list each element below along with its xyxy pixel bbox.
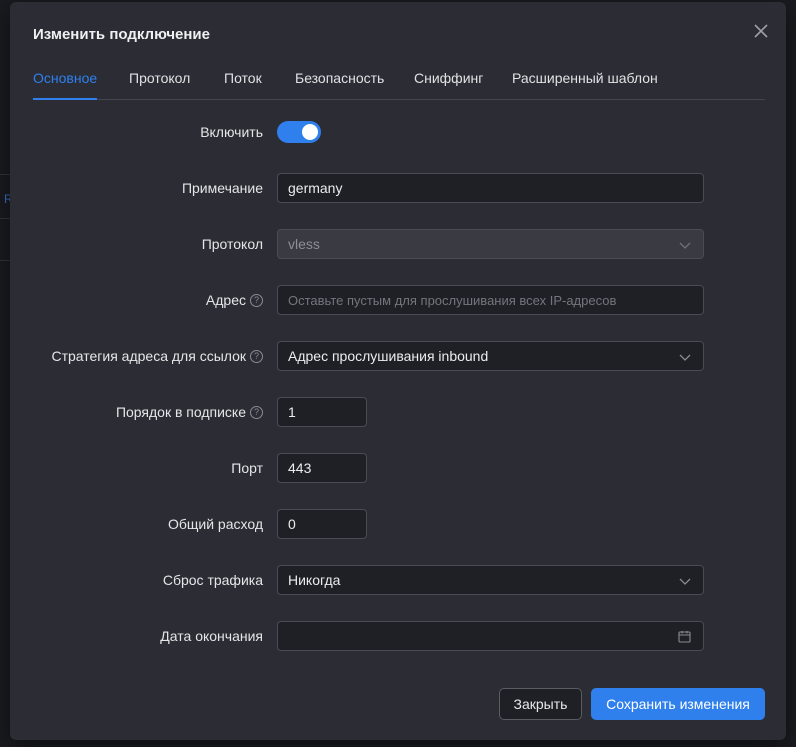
tab-advanced-template[interactable]: Расширенный шаблон [512,70,658,86]
expiry-date-picker[interactable] [277,621,704,651]
traffic-reset-row: Сброс трафика Никогда [10,565,786,595]
tab-stream[interactable]: Поток [224,70,262,86]
link-strategy-row: Стратегия адреса для ссылок? Адрес просл… [10,341,786,371]
chevron-down-icon [679,578,691,585]
help-icon[interactable]: ? [250,349,263,363]
save-changes-button[interactable]: Сохранить изменения [591,688,765,720]
port-row: Порт 443 [10,453,786,483]
address-input[interactable]: Оставьте пустым для прослушивания всех I… [277,285,704,315]
address-row: Адрес? Оставьте пустым для прослушивания… [10,285,786,315]
port-label: Порт [231,460,263,476]
sub-order-input[interactable]: 1 [277,397,367,427]
protocol-label: Протокол [201,236,263,252]
close-button[interactable]: Закрыть [499,688,582,720]
protocol-select[interactable]: vless [277,229,704,259]
link-strategy-label: Стратегия адреса для ссылок? [51,348,263,364]
enable-row: Включить [10,117,786,147]
edit-inbound-modal: Изменить подключение Основное Протокол П… [10,2,786,740]
enable-label: Включить [200,124,263,140]
expiry-row: Дата окончания [10,621,786,651]
address-label: Адрес? [206,292,263,308]
calendar-icon[interactable] [678,630,691,643]
help-icon[interactable]: ? [250,293,263,307]
tab-sniffing[interactable]: Сниффинг [414,70,483,86]
tab-bar: Основное Протокол Поток Безопасность Сни… [33,62,765,100]
port-input[interactable]: 443 [277,453,367,483]
active-tab-indicator [33,98,97,100]
chevron-down-icon [679,354,691,361]
toggle-knob [302,124,318,140]
tab-general[interactable]: Основное [33,70,97,86]
remark-input[interactable]: germany [277,173,704,203]
sub-order-label: Порядок в подписке? [116,404,263,420]
total-usage-row: Общий расход 0 [10,509,786,539]
tab-security[interactable]: Безопасность [295,70,384,86]
close-icon[interactable] [750,20,772,42]
link-strategy-select[interactable]: Адрес прослушивания inbound [277,341,704,371]
remark-row: Примечание germany [10,173,786,203]
protocol-row: Протокол vless [10,229,786,259]
total-usage-input[interactable]: 0 [277,509,367,539]
tab-protocol[interactable]: Протокол [129,70,190,86]
modal-title: Изменить подключение [33,26,210,43]
remark-label: Примечание [181,180,263,196]
chevron-down-icon [679,242,691,249]
traffic-reset-label: Сброс трафика [162,572,263,588]
traffic-reset-select[interactable]: Никогда [277,565,704,595]
total-usage-label: Общий расход [167,516,263,532]
sub-order-row: Порядок в подписке? 1 [10,397,786,427]
enable-toggle[interactable] [277,121,321,143]
expiry-label: Дата окончания [160,628,263,644]
help-icon[interactable]: ? [250,405,263,419]
